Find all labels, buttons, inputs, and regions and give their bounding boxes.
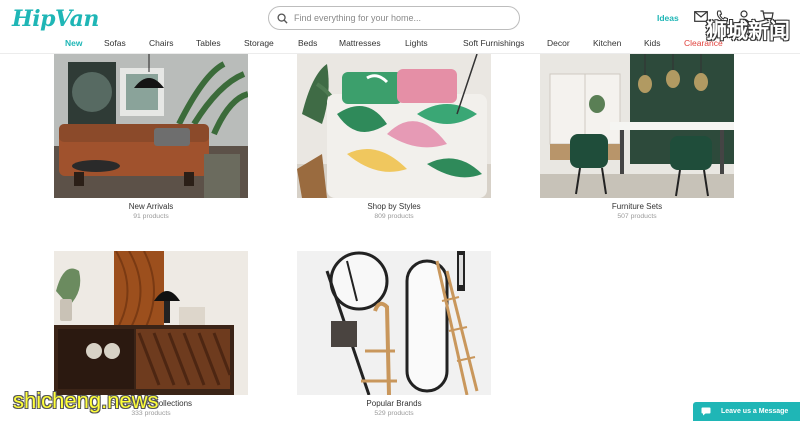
ideas-link[interactable]: Ideas <box>657 13 679 23</box>
product-count: 809 products <box>374 213 414 220</box>
nav-item-kitchen[interactable]: Kitchen <box>593 38 621 48</box>
category-image[interactable] <box>297 251 491 395</box>
category-image[interactable] <box>54 54 248 198</box>
nav-item-beds[interactable]: Beds <box>298 38 317 48</box>
category-title[interactable]: Popular Brands <box>297 399 491 408</box>
category-card-shop-by-styles[interactable]: Shop by Styles 809 products <box>297 54 491 220</box>
category-image[interactable] <box>540 54 734 198</box>
nav-item-mattresses[interactable]: Mattresses <box>339 38 381 48</box>
watermark-bottom: shicheng.news <box>13 388 159 413</box>
nav-item-lights[interactable]: Lights <box>405 38 428 48</box>
leave-message-button[interactable]: Leave us a Message <box>693 402 800 421</box>
category-card-popular-brands[interactable]: Popular Brands 529 products <box>297 251 491 417</box>
product-count: 91 products <box>133 213 169 220</box>
search-bar[interactable] <box>268 6 520 30</box>
product-count: 507 products <box>617 213 657 220</box>
category-title[interactable]: New Arrivals <box>54 202 248 211</box>
nav-item-new[interactable]: New <box>65 38 82 48</box>
category-title[interactable]: Shop by Styles <box>297 202 491 211</box>
category-card-furniture-sets[interactable]: Furniture Sets 507 products <box>540 54 734 220</box>
category-card-new-arrivals[interactable]: New Arrivals 91 products <box>54 54 248 220</box>
category-nav: New Sofas Chairs Tables Storage Beds Mat… <box>0 36 800 54</box>
chat-icon <box>701 407 711 416</box>
nav-item-soft-furnishings[interactable]: Soft Furnishings <box>463 38 524 48</box>
leave-message-label: Leave us a Message <box>721 408 789 415</box>
watermark-top: 狮城新闻 <box>706 20 790 43</box>
nav-item-storage[interactable]: Storage <box>244 38 274 48</box>
category-image[interactable] <box>297 54 491 198</box>
product-count: 529 products <box>374 410 414 417</box>
nav-item-decor[interactable]: Decor <box>547 38 570 48</box>
category-image[interactable] <box>54 251 248 395</box>
category-title[interactable]: Furniture Sets <box>540 202 734 211</box>
search-icon <box>277 12 288 24</box>
nav-item-chairs[interactable]: Chairs <box>149 38 174 48</box>
nav-item-sofas[interactable]: Sofas <box>104 38 126 48</box>
logo[interactable]: HipVan <box>12 6 99 32</box>
nav-item-tables[interactable]: Tables <box>196 38 221 48</box>
search-input[interactable] <box>294 13 494 23</box>
nav-item-kids[interactable]: Kids <box>644 38 661 48</box>
site-header: HipVan Ideas New Sofas Chairs Tables Sto… <box>0 0 800 54</box>
